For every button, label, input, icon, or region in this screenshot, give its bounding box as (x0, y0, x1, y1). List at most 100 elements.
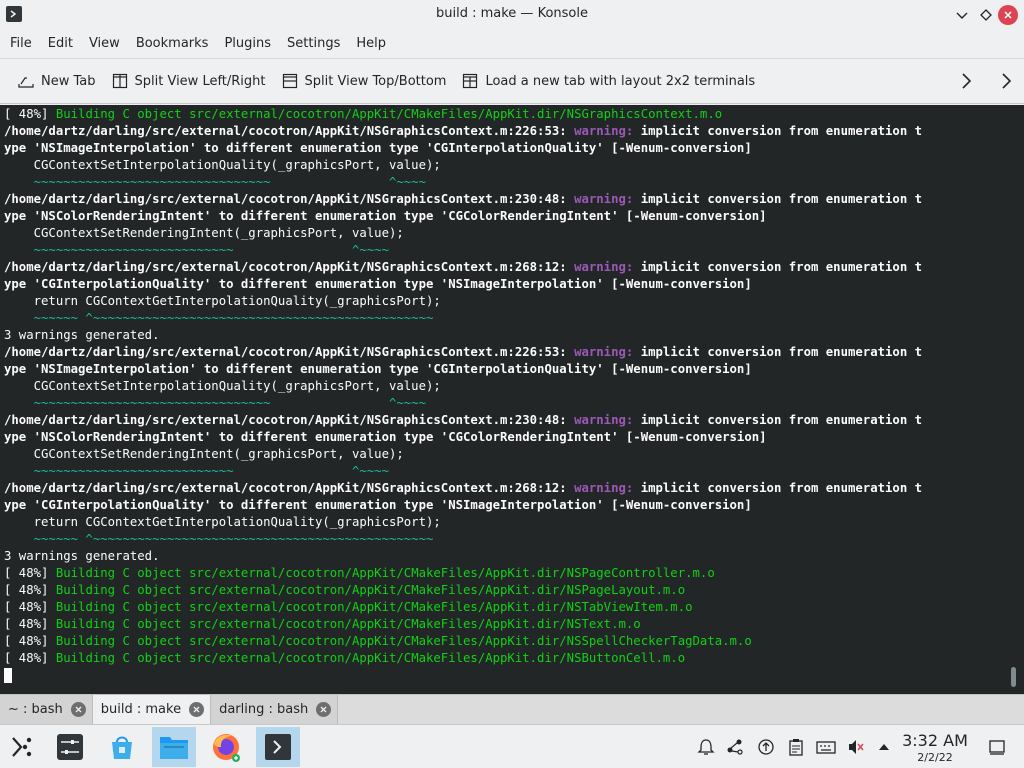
close-icon[interactable] (70, 702, 86, 717)
menu-help[interactable]: Help (348, 30, 394, 58)
terminal-line: [ 48%] Building C object src/external/co… (4, 106, 1009, 123)
show-desktop-icon[interactable] (987, 737, 1007, 757)
load-layout-button[interactable]: Load a new tab with layout 2x2 terminals (454, 65, 763, 97)
load-layout-label: Load a new tab with layout 2x2 terminals (485, 73, 756, 89)
split-top-bottom-button[interactable]: Split View Top/Bottom (274, 65, 455, 97)
terminal-line: ype 'NSColorRenderingIntent' to differen… (4, 429, 1009, 446)
menu-plugins[interactable]: Plugins (216, 30, 279, 58)
build-progress: [ 48%] (4, 651, 56, 665)
clock-time[interactable]: 3:32 AM (900, 731, 970, 750)
warning-location: /home/dartz/darling/src/external/cocotro… (4, 192, 575, 206)
terminal-line: ype 'CGInterpolationQuality' to differen… (4, 497, 1009, 514)
terminal-line: ~~~~~~ ^~~~~~~~~~~~~~~~~~~~~~~~~~~~~~~~~… (4, 310, 1009, 327)
terminal-line: ~~~~~~ ^~~~~~~~~~~~~~~~~~~~~~~~~~~~~~~~~… (4, 531, 1009, 548)
caret-marker: ~~~~~~ ^~~~~~~~~~~~~~~~~~~~~~~~~~~~~~~~~… (4, 311, 434, 325)
notifications-icon[interactable] (696, 737, 716, 757)
system-settings-icon[interactable] (48, 727, 92, 767)
show-hidden-icons-icon[interactable] (874, 737, 894, 757)
output-text: return CGContextGetInterpolationQuality(… (4, 515, 441, 529)
build-message: Building C object src/external/cocotron/… (55, 617, 641, 631)
updates-icon[interactable] (756, 737, 776, 757)
warning-detail: ype 'CGInterpolationQuality' to differen… (4, 277, 752, 291)
menu-view[interactable]: View (81, 30, 128, 58)
warning-location: /home/dartz/darling/src/external/cocotro… (4, 260, 575, 274)
diamond-icon (980, 9, 992, 21)
app-launcher-icon[interactable] (0, 727, 44, 767)
toolbar-overflow-button[interactable] (996, 71, 1016, 95)
firefox-icon[interactable] (204, 727, 248, 767)
output-text: CGContextSetInterpolationQuality(_graphi… (4, 158, 441, 172)
terminal-line: ~~~~~~~~~~~~~~~~~~~~~~~~~~~~~~~~ ^~~~~ (4, 174, 1009, 191)
toolbar-next-button[interactable] (956, 71, 976, 95)
terminal-line: /home/dartz/darling/src/external/cocotro… (4, 123, 1009, 140)
build-progress: [ 48%] (4, 600, 56, 614)
chevron-down-icon (956, 12, 968, 19)
close-button[interactable] (998, 5, 1018, 25)
terminal-line: /home/dartz/darling/src/external/cocotro… (4, 259, 1009, 276)
warning-label: warning: (574, 260, 634, 274)
split-top-bottom-icon (282, 73, 297, 89)
tab-home-bash[interactable]: ~ : bash (0, 695, 93, 724)
build-message: Building C object src/external/cocotron/… (55, 107, 723, 121)
build-message: Building C object src/external/cocotron/… (55, 634, 752, 648)
close-icon[interactable] (189, 702, 205, 717)
build-message: Building C object src/external/cocotron/… (55, 651, 686, 665)
terminal-line: ~~~~~~~~~~~~~~~~~~~~~~~~~~~~~~~~ ^~~~~ (4, 395, 1009, 412)
taskbar: 3:32 AM 2/2/22 (0, 724, 1024, 768)
warning-detail: ype 'NSColorRenderingIntent' to differen… (4, 209, 767, 223)
warning-message: implicit conversion from enumeration t (633, 481, 923, 495)
clock-date[interactable]: 2/2/22 (900, 751, 970, 764)
split-left-right-button[interactable]: Split View Left/Right (104, 65, 274, 97)
terminal-line: /home/dartz/darling/src/external/cocotro… (4, 480, 1009, 497)
terminal-line: [ 48%] Building C object src/external/co… (4, 599, 1009, 616)
terminal-line: 3 warnings generated. (4, 327, 1009, 344)
warning-label: warning: (574, 124, 634, 138)
terminal-line: /home/dartz/darling/src/external/cocotro… (4, 344, 1009, 361)
warning-location: /home/dartz/darling/src/external/cocotro… (4, 124, 575, 138)
terminal-line: ype 'NSColorRenderingIntent' to differen… (4, 208, 1009, 225)
terminal-line: 3 warnings generated. (4, 548, 1009, 565)
new-tab-icon (18, 77, 34, 88)
close-icon[interactable] (316, 702, 332, 717)
terminal-view[interactable]: [ 48%] Building C object src/external/co… (0, 105, 1024, 694)
warning-message: implicit conversion from enumeration t (633, 260, 923, 274)
output-text: CGContextSetRenderingIntent(_graphicsPor… (4, 226, 404, 240)
maximize-button[interactable] (976, 5, 996, 25)
split-left-right-icon (112, 73, 127, 89)
output-text: CGContextSetRenderingIntent(_graphicsPor… (4, 447, 404, 461)
keyboard-icon[interactable] (816, 737, 836, 757)
toolbar: New Tab Split View Left/Right Split View… (0, 58, 1024, 104)
terminal-line: [ 48%] Building C object src/external/co… (4, 650, 1009, 667)
menu-file[interactable]: File (2, 30, 40, 58)
volume-muted-icon[interactable] (846, 737, 866, 757)
terminal-line: CGContextSetRenderingIntent(_graphicsPor… (4, 225, 1009, 242)
scrollbar-handle[interactable] (1011, 667, 1016, 687)
build-message: Building C object src/external/cocotron/… (55, 566, 715, 580)
minimize-button[interactable] (952, 5, 972, 25)
warning-message: implicit conversion from enumeration t (633, 124, 923, 138)
warning-detail: ype 'NSImageInterpolation' to different … (4, 141, 752, 155)
konsole-icon[interactable] (256, 727, 300, 767)
tab-build-make[interactable]: build : make (92, 695, 212, 724)
terminal-line: [ 48%] Building C object src/external/co… (4, 616, 1009, 633)
caret-marker: ~~~~~~ ^~~~~~~~~~~~~~~~~~~~~~~~~~~~~~~~~… (4, 532, 434, 546)
title-bar[interactable]: build : make — Konsole (0, 0, 1024, 30)
menu-settings[interactable]: Settings (279, 30, 348, 58)
tab-darling-bash[interactable]: darling : bash (211, 695, 339, 724)
clipboard-icon[interactable] (786, 737, 806, 757)
new-tab-button[interactable]: New Tab (10, 65, 104, 97)
warning-detail: ype 'NSColorRenderingIntent' to differen… (4, 430, 767, 444)
terminal-line (4, 667, 1009, 684)
terminal-line: [ 48%] Building C object src/external/co… (4, 565, 1009, 582)
terminal-line: /home/dartz/darling/src/external/cocotro… (4, 412, 1009, 429)
menu-bookmarks[interactable]: Bookmarks (128, 30, 217, 58)
new-tab-label: New Tab (41, 73, 96, 89)
warning-label: warning: (574, 413, 634, 427)
terminal-line: return CGContextGetInterpolationQuality(… (4, 514, 1009, 531)
network-share-icon[interactable] (725, 737, 745, 757)
file-manager-icon[interactable] (152, 727, 196, 767)
terminal-output: [ 48%] Building C object src/external/co… (4, 106, 1009, 684)
build-progress: [ 48%] (4, 617, 56, 631)
discover-store-icon[interactable] (100, 727, 144, 767)
menu-edit[interactable]: Edit (40, 30, 81, 58)
